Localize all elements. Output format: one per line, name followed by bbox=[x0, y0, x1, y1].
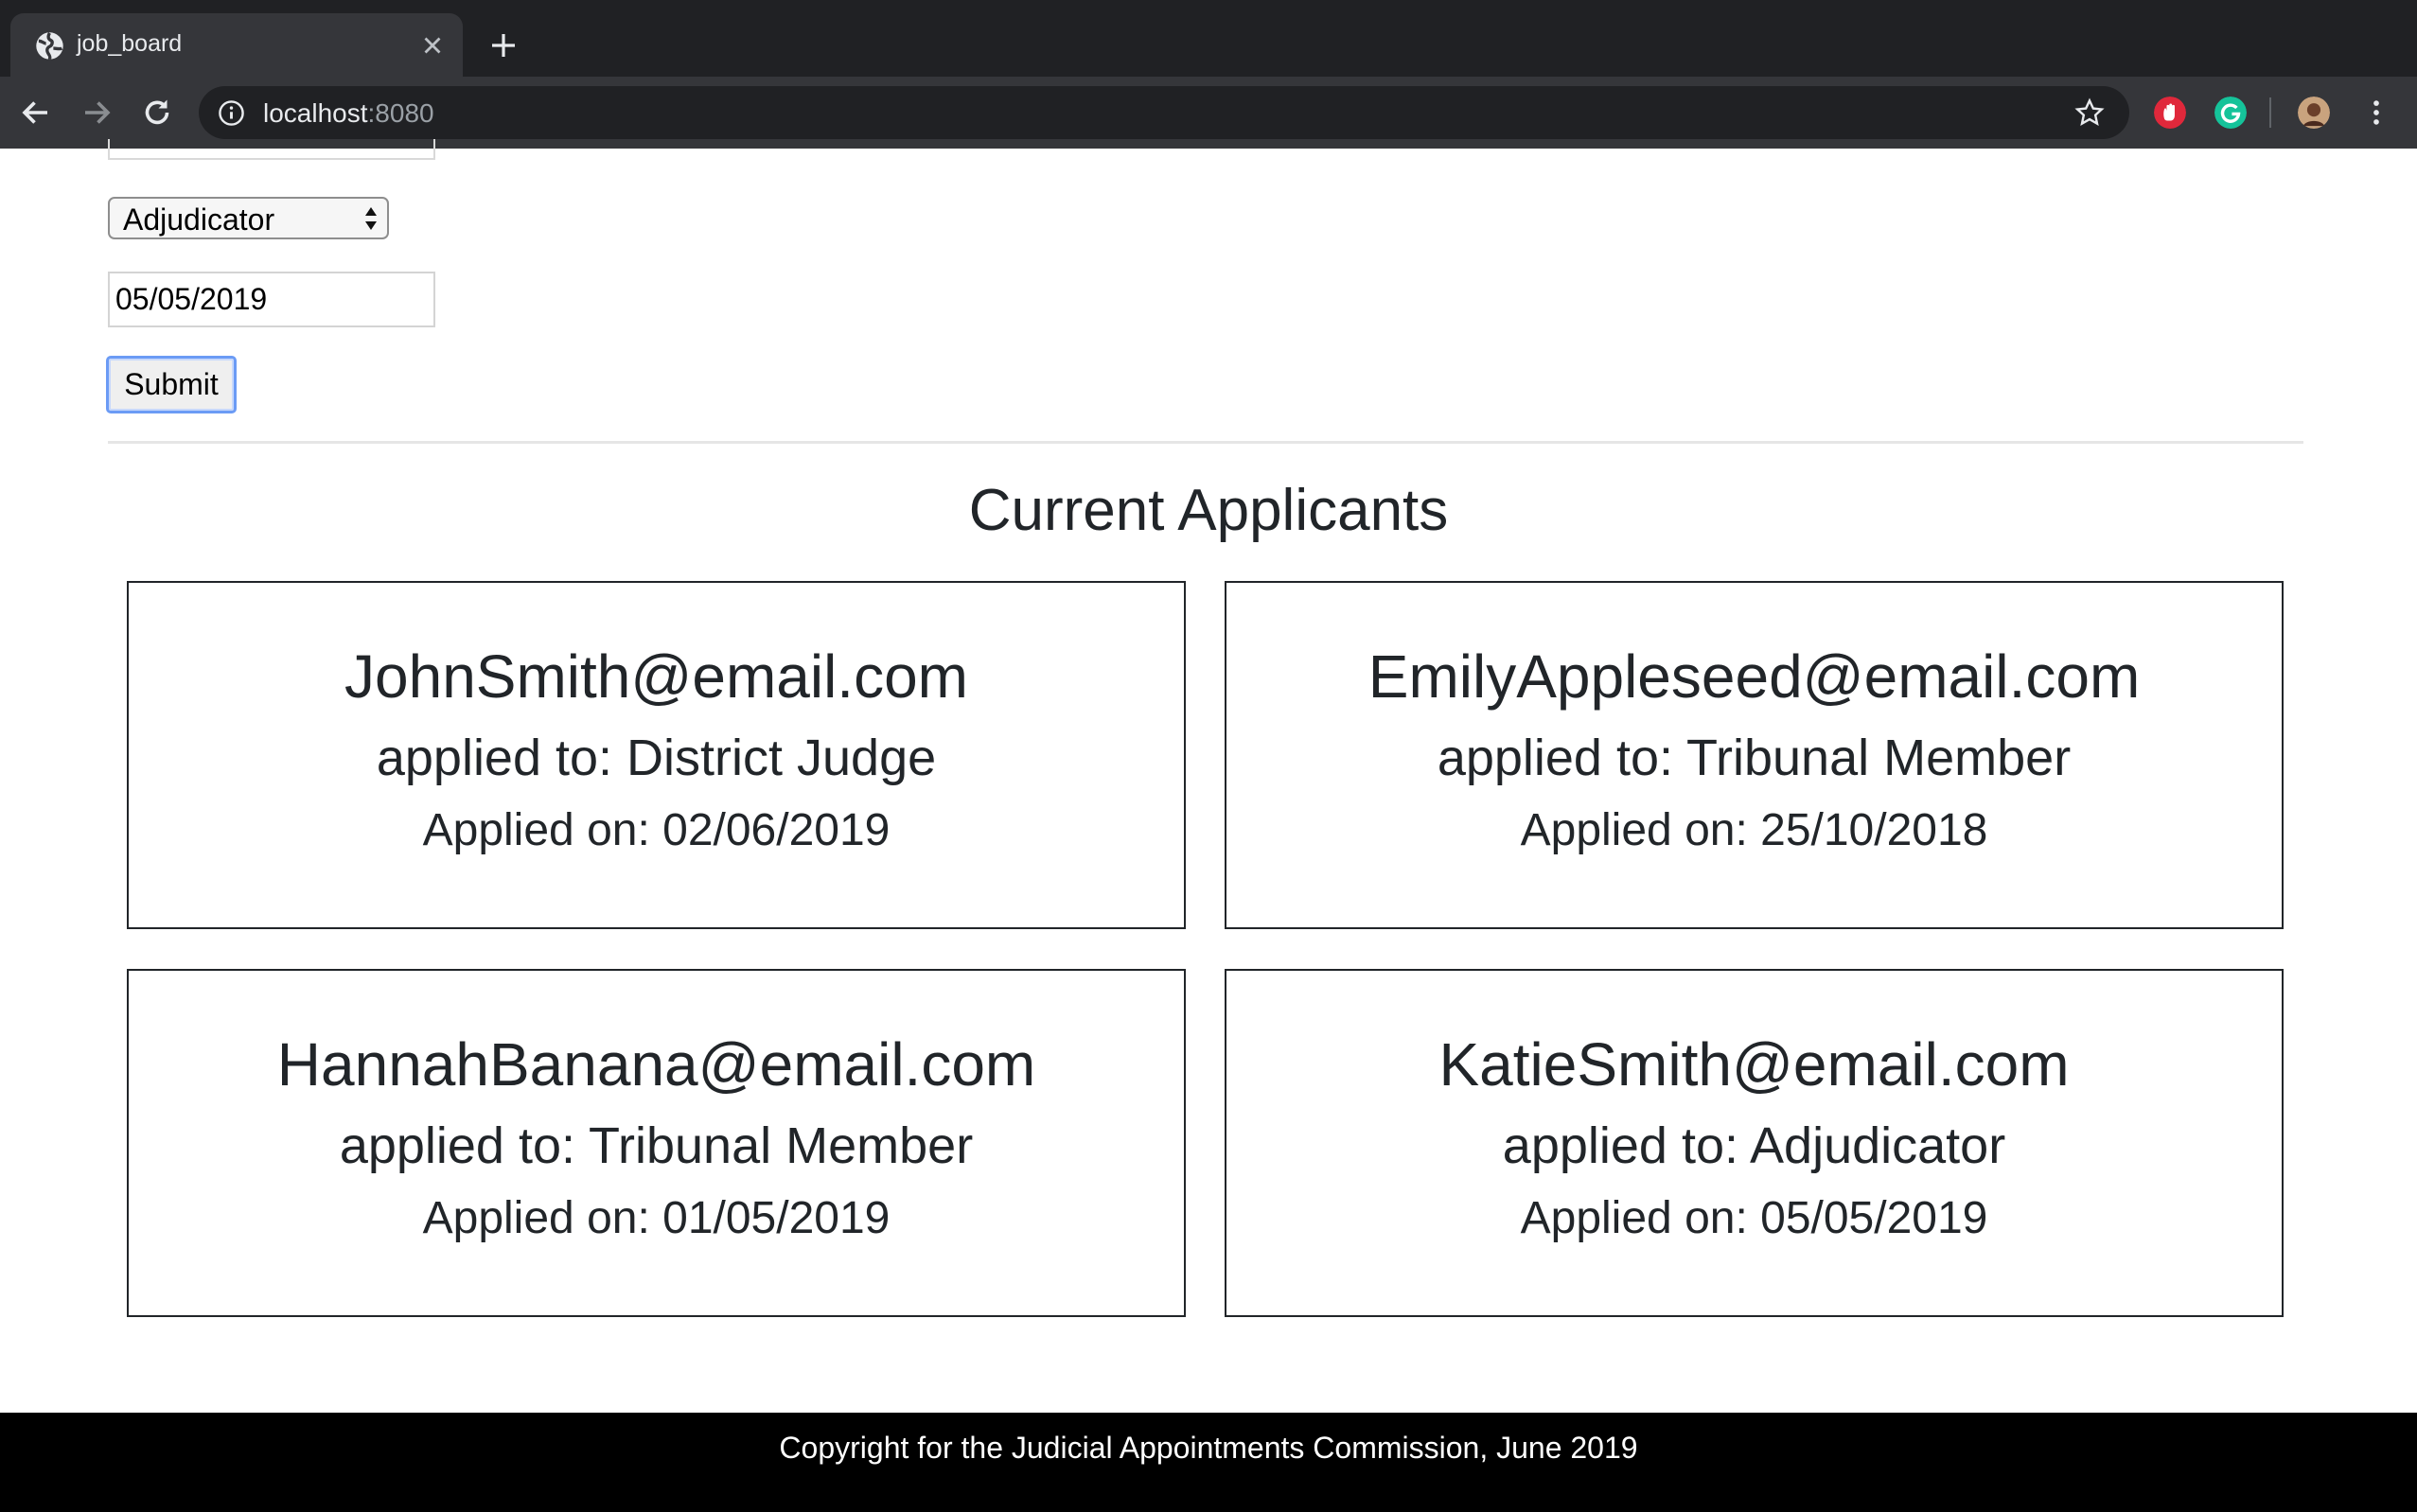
role-select-value: Adjudicator bbox=[123, 202, 275, 237]
applicant-position: applied to: Tribunal Member bbox=[1437, 730, 2072, 786]
applicant-card: EmilyAppleseed@email.com applied to: Tri… bbox=[1225, 581, 2284, 929]
applicant-date: Applied on: 02/06/2019 bbox=[422, 805, 891, 855]
menu-kebab-icon[interactable] bbox=[2360, 96, 2392, 130]
applicant-card: KatieSmith@email.com applied to: Adjudic… bbox=[1225, 969, 2284, 1317]
applicant-email: KatieSmith@email.com bbox=[1438, 1030, 2070, 1099]
section-title: Current Applicants bbox=[968, 478, 1449, 543]
page-footer: Copyright for the Judicial Appointments … bbox=[0, 1413, 2417, 1512]
applicant-card: JohnSmith@email.com applied to: District… bbox=[127, 581, 1186, 929]
reload-icon[interactable] bbox=[140, 96, 174, 130]
url-host: localhost bbox=[263, 98, 368, 128]
applicant-date: Applied on: 25/10/2018 bbox=[1520, 805, 1988, 855]
email-field-partial[interactable] bbox=[108, 139, 435, 160]
applicant-date: Applied on: 05/05/2019 bbox=[1520, 1193, 1988, 1243]
info-icon[interactable] bbox=[218, 99, 245, 127]
applicant-date: Applied on: 01/05/2019 bbox=[422, 1193, 891, 1243]
tab-title: job_board bbox=[77, 30, 183, 57]
forward-arrow-icon[interactable] bbox=[79, 96, 114, 130]
section-divider bbox=[108, 441, 2303, 444]
profile-avatar-icon[interactable] bbox=[2298, 97, 2330, 129]
block-extension-icon[interactable] bbox=[2154, 97, 2186, 129]
date-field[interactable] bbox=[108, 272, 435, 327]
applicant-position: applied to: Tribunal Member bbox=[339, 1117, 974, 1174]
url-port: :8080 bbox=[367, 98, 434, 128]
grammarly-icon[interactable] bbox=[2214, 97, 2247, 129]
applicant-position: applied to: Adjudicator bbox=[1502, 1117, 2006, 1174]
page-content: Adjudicator Submit Current Applicants Jo… bbox=[0, 139, 2417, 1512]
new-tab-icon[interactable] bbox=[488, 30, 519, 61]
select-arrows-icon bbox=[365, 207, 377, 230]
applicant-email: HannahBanana@email.com bbox=[276, 1030, 1036, 1099]
browser-tab[interactable]: job_board bbox=[10, 13, 463, 77]
browser-toolbar: localhost:8080 bbox=[0, 77, 2417, 149]
bookmark-star-icon[interactable] bbox=[2074, 97, 2105, 128]
applicant-position: applied to: District Judge bbox=[376, 730, 937, 786]
back-arrow-icon[interactable] bbox=[19, 96, 53, 130]
applicant-email: EmilyAppleseed@email.com bbox=[1367, 642, 2141, 711]
applicant-card: HannahBanana@email.com applied to: Tribu… bbox=[127, 969, 1186, 1317]
role-select[interactable]: Adjudicator bbox=[108, 197, 389, 239]
submit-button[interactable]: Submit bbox=[106, 356, 237, 413]
toolbar-separator bbox=[2269, 97, 2271, 128]
close-icon[interactable] bbox=[418, 31, 447, 60]
applicant-email: JohnSmith@email.com bbox=[344, 642, 968, 711]
url-text: localhost:8080 bbox=[263, 98, 434, 129]
browser-tabstrip: job_board bbox=[0, 0, 2417, 77]
globe-icon bbox=[36, 32, 63, 60]
address-bar[interactable]: localhost:8080 bbox=[199, 86, 2129, 139]
